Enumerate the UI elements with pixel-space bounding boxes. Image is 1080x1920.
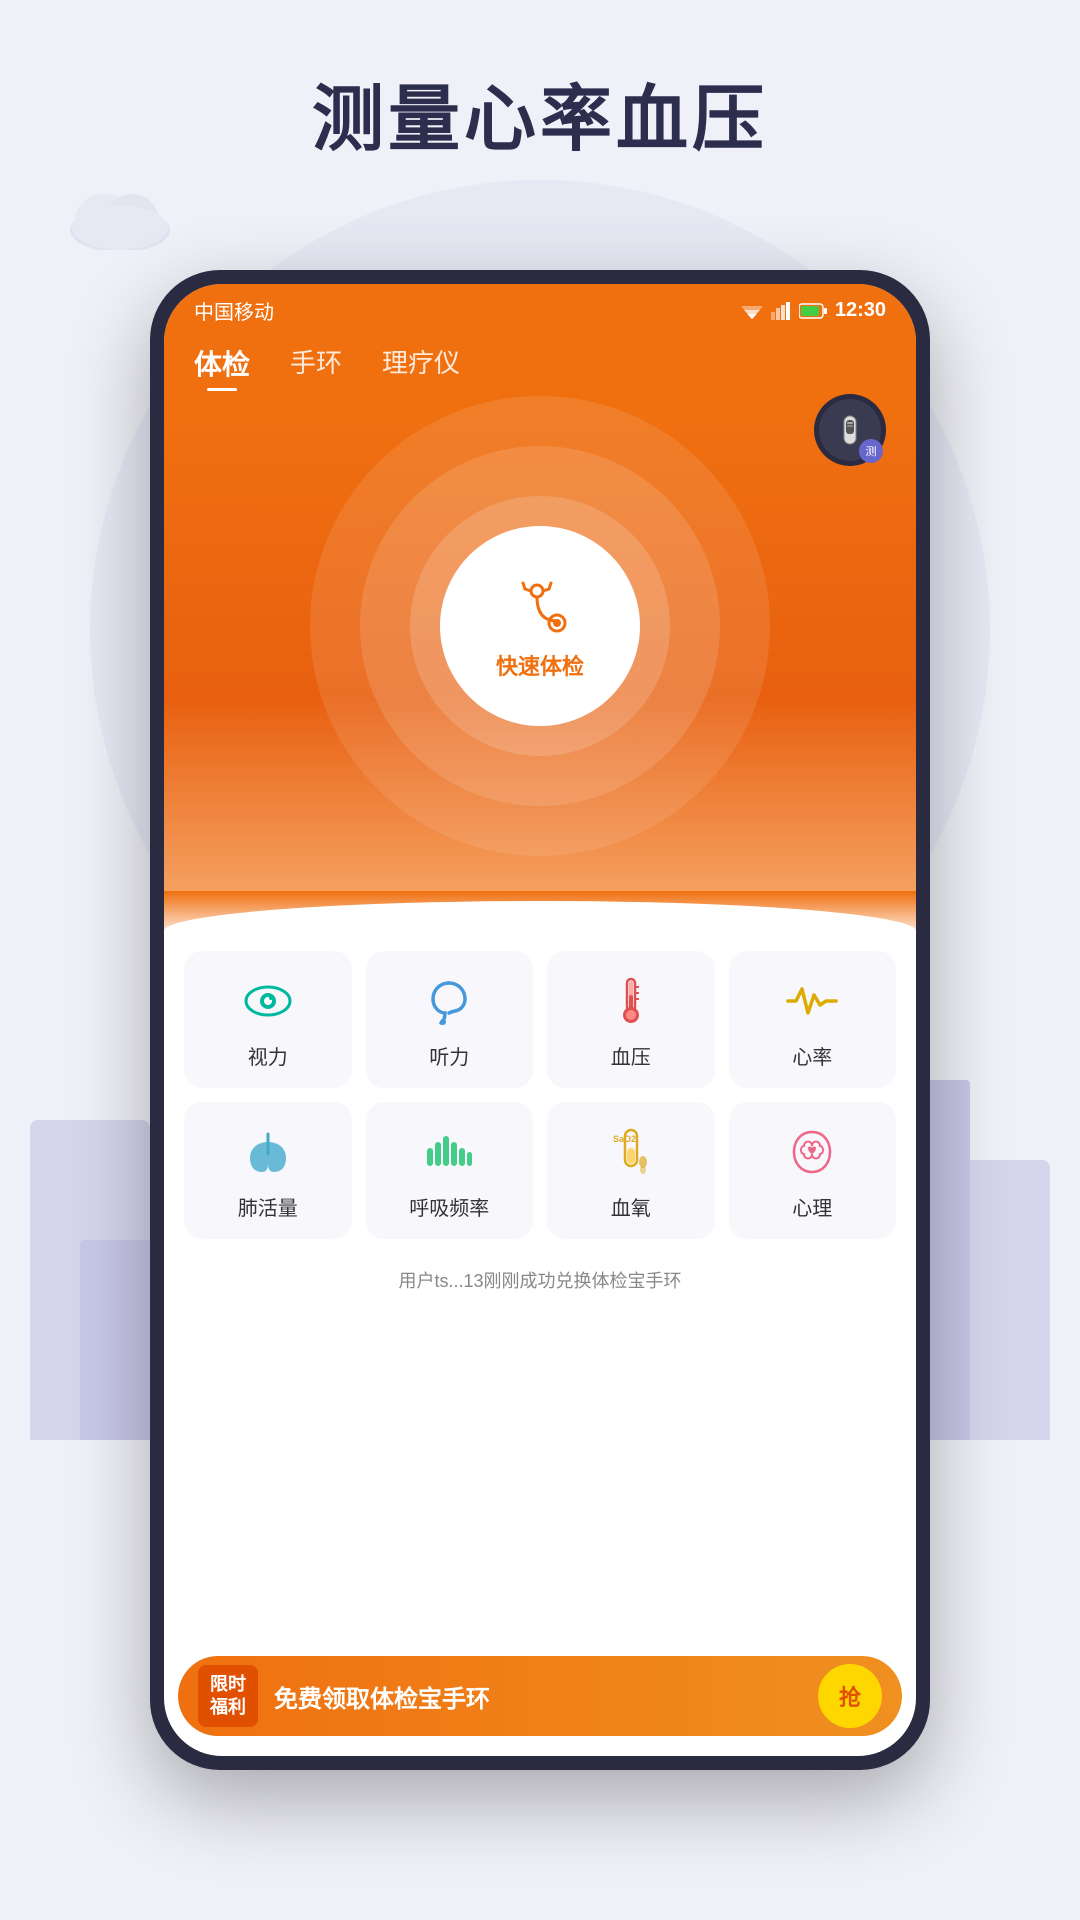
grid-section: 视力 听力 bbox=[164, 941, 916, 1327]
lung-icon bbox=[242, 1126, 294, 1178]
pulse-rings: 快速体检 bbox=[440, 526, 640, 726]
blood-pressure-label: 血压 bbox=[611, 1041, 651, 1070]
thermometer-icon bbox=[605, 975, 657, 1027]
tab-band[interactable]: 手环 bbox=[290, 343, 342, 391]
breathing-icon bbox=[423, 1126, 475, 1178]
phone-frame: 中国移动 bbox=[150, 270, 930, 1770]
grid-item-blood-pressure[interactable]: 血压 bbox=[547, 951, 715, 1088]
stethoscope-icon bbox=[505, 571, 575, 641]
brain-icon bbox=[786, 1126, 838, 1178]
promotion-banner[interactable]: 限时 福利 免费领取体检宝手环 抢 bbox=[178, 1656, 902, 1736]
banner-text: 免费领取体检宝手环 bbox=[274, 1679, 802, 1714]
grid-item-blood-oxygen[interactable]: SaO2 血氧 bbox=[547, 1102, 715, 1239]
wifi-icon bbox=[741, 302, 763, 320]
building-left-2 bbox=[80, 1240, 160, 1440]
grid-row-1: 视力 听力 bbox=[184, 951, 896, 1088]
grid-item-breathing[interactable]: 呼吸频率 bbox=[366, 1102, 534, 1239]
svg-text:SaO2: SaO2 bbox=[613, 1134, 636, 1144]
tab-therapy[interactable]: 理疗仪 bbox=[382, 343, 460, 391]
grid-item-psychology[interactable]: 心理 bbox=[729, 1102, 897, 1239]
status-icons: 12:30 bbox=[741, 299, 886, 322]
grid-item-lung[interactable]: 肺活量 bbox=[184, 1102, 352, 1239]
status-bar: 中国移动 bbox=[164, 284, 916, 333]
center-button[interactable]: 快速体检 bbox=[440, 526, 640, 726]
orange-section: 快速体检 bbox=[164, 411, 916, 891]
sao2-icon: SaO2 bbox=[605, 1126, 657, 1178]
heart-rate-label: 心率 bbox=[792, 1041, 832, 1070]
psychology-label: 心理 bbox=[792, 1192, 832, 1221]
device-badge[interactable]: 测 bbox=[814, 394, 886, 466]
hearing-label: 听力 bbox=[429, 1041, 469, 1070]
signal-icon bbox=[771, 302, 791, 320]
device-badge-label: 测 bbox=[859, 439, 883, 463]
banner-tag: 限时 福利 bbox=[198, 1665, 258, 1728]
grid-item-heart-rate[interactable]: 心率 bbox=[729, 951, 897, 1088]
banner-tag-line2: 福利 bbox=[210, 1696, 246, 1719]
cloud-decoration bbox=[60, 180, 180, 255]
device-badge-inner: 测 bbox=[819, 399, 881, 461]
wave-separator bbox=[164, 891, 916, 941]
banner-grab-button[interactable]: 抢 bbox=[818, 1664, 882, 1728]
battery-icon bbox=[799, 303, 827, 319]
center-button-label: 快速体检 bbox=[496, 649, 584, 681]
blood-oxygen-label: 血氧 bbox=[611, 1192, 651, 1221]
page-title: 测量心率血压 bbox=[0, 60, 1080, 165]
time-label: 12:30 bbox=[835, 299, 886, 322]
heartrate-icon bbox=[786, 975, 838, 1027]
grid-row-2: 肺活量 呼吸频率 bbox=[184, 1102, 896, 1239]
vision-label: 视力 bbox=[248, 1041, 288, 1070]
ear-icon bbox=[423, 975, 475, 1027]
notification-text: 用户ts...13刚刚成功兑换体检宝手环 bbox=[398, 1271, 681, 1291]
breathing-label: 呼吸频率 bbox=[409, 1192, 489, 1221]
notification-bar: 用户ts...13刚刚成功兑换体检宝手环 bbox=[184, 1253, 896, 1307]
grid-item-hearing[interactable]: 听力 bbox=[366, 951, 534, 1088]
grid-item-vision[interactable]: 视力 bbox=[184, 951, 352, 1088]
phone-screen: 中国移动 bbox=[164, 284, 916, 1756]
tab-physical[interactable]: 体检 bbox=[194, 343, 250, 391]
eye-icon bbox=[242, 975, 294, 1027]
carrier-label: 中国移动 bbox=[194, 296, 274, 325]
banner-tag-line1: 限时 bbox=[210, 1673, 246, 1696]
lung-label: 肺活量 bbox=[238, 1192, 298, 1221]
